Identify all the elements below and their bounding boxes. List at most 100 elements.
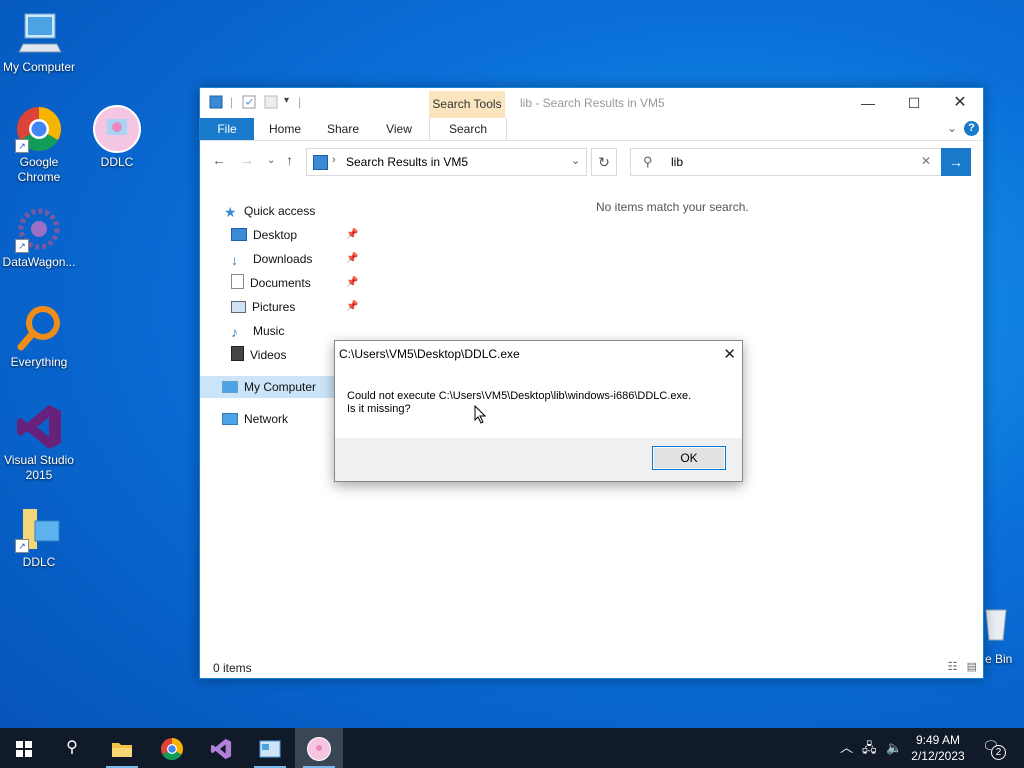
search-go-button[interactable]: → <box>941 148 971 176</box>
nav-item-label: Documents <box>250 276 311 290</box>
taskbar-clock[interactable]: 9:49 AM 2/12/2023 <box>904 732 972 764</box>
document-icon <box>231 274 244 289</box>
pin-icon[interactable]: 📌 <box>346 248 358 270</box>
computer-icon <box>222 381 238 393</box>
close-button[interactable]: ✕ <box>937 88 983 118</box>
computer-icon <box>15 10 63 58</box>
customize-toolbar-dropdown-icon[interactable]: ▾ <box>284 95 289 111</box>
forward-arrow-icon[interactable]: → <box>240 152 254 168</box>
folder-icon: ↗ <box>15 505 63 553</box>
maximize-button[interactable]: ☐ <box>891 88 937 118</box>
explorer-folder-icon <box>209 95 223 111</box>
nav-item-desktop[interactable]: Desktop 📌 <box>231 224 361 246</box>
minimize-button[interactable]: — <box>845 88 891 118</box>
music-note-icon: ♪ <box>231 324 238 340</box>
taskbar-visual-studio[interactable] <box>197 728 245 768</box>
breadcrumb-separator-icon[interactable]: › <box>332 154 336 166</box>
pin-icon[interactable]: 📌 <box>346 224 358 246</box>
ok-button[interactable]: OK <box>652 446 726 470</box>
refresh-button[interactable]: ↻ <box>591 148 617 176</box>
toolbar-separator: | <box>230 95 234 109</box>
taskbar-datawagon[interactable] <box>246 728 294 768</box>
recycle-bin-icon[interactable] <box>980 604 1020 644</box>
taskbar: ⚲ ︿ 🖧 🔈 9:49 AM 2/12/2023 🗨 2 <box>0 728 1024 768</box>
details-view-icon[interactable]: ☷ <box>948 661 958 673</box>
nav-item-quick-access[interactable]: ★ Quick access <box>224 200 315 222</box>
action-center-button[interactable]: 🗨 2 <box>982 738 1006 760</box>
notification-count-badge: 2 <box>991 745 1006 760</box>
nav-item-videos[interactable]: Videos <box>231 344 286 366</box>
properties-icon[interactable] <box>242 95 256 111</box>
taskbar-search-button[interactable]: ⚲ <box>48 728 96 768</box>
shortcut-arrow-icon: ↗ <box>15 239 29 253</box>
clock-time: 9:49 AM <box>915 733 961 747</box>
datawagon-icon: ↗ <box>15 205 63 253</box>
nav-item-music[interactable]: ♪ Music <box>231 320 284 342</box>
new-folder-icon[interactable] <box>264 95 278 111</box>
pin-icon[interactable]: 📌 <box>346 296 358 318</box>
desktop-icon-google-chrome[interactable]: ↗ Google Chrome <box>0 105 78 185</box>
desktop-icon-datawagon[interactable]: ↗ DataWagon... <box>0 205 78 270</box>
desktop-icon-my-computer[interactable]: My Computer <box>0 10 78 75</box>
search-results-folder-icon <box>313 155 328 170</box>
up-arrow-icon[interactable]: ↑ <box>286 152 293 168</box>
desktop-icon <box>231 228 247 241</box>
nav-item-downloads[interactable]: ↓ Downloads 📌 <box>231 248 361 270</box>
desktop-icon-everything[interactable]: Everything <box>0 305 78 370</box>
file-explorer-icon <box>112 742 132 757</box>
network-tray-icon[interactable]: 🖧 <box>862 728 877 768</box>
expand-ribbon-chevron-icon[interactable]: ⌄ <box>947 121 957 135</box>
search-value: lib <box>671 155 684 169</box>
pin-icon[interactable]: 📌 <box>346 272 358 294</box>
ddlc-logo-icon <box>307 736 331 761</box>
volume-icon[interactable]: 🔈 <box>886 728 902 768</box>
nav-item-documents[interactable]: Documents 📌 <box>231 272 361 294</box>
dialog-close-icon[interactable]: ✕ <box>723 345 736 363</box>
clear-search-icon[interactable]: ✕ <box>921 154 931 168</box>
large-icons-view-icon[interactable]: ▤ <box>967 661 977 673</box>
tab-view[interactable]: View <box>376 118 422 140</box>
search-icon: ⚲ <box>643 154 653 169</box>
taskbar-file-explorer[interactable] <box>98 728 146 768</box>
desktop-icon-label: DDLC <box>100 155 134 169</box>
visual-studio-icon <box>15 403 63 451</box>
window-title: lib - Search Results in VM5 <box>520 96 665 110</box>
tab-search[interactable]: Search <box>429 118 507 140</box>
nav-item-label: Network <box>244 412 289 426</box>
address-text: Search Results in VM5 <box>346 155 469 169</box>
nav-item-my-computer[interactable]: My Computer <box>200 376 356 398</box>
show-hidden-icons-chevron-icon[interactable]: ︿ <box>840 728 853 768</box>
taskbar-ddlc[interactable] <box>295 728 343 768</box>
status-item-count: 0 items <box>213 661 252 675</box>
desktop-icon-ddlc[interactable]: DDLC <box>78 105 156 170</box>
help-icon[interactable]: ? <box>964 121 979 136</box>
address-bar[interactable]: › Search Results in VM5 ⌄ <box>306 148 587 176</box>
address-dropdown-chevron-icon[interactable]: ⌄ <box>571 154 580 167</box>
nav-item-label: Desktop <box>253 228 298 242</box>
start-button[interactable] <box>0 728 48 768</box>
nav-item-label: Quick access <box>244 204 316 218</box>
network-icon <box>222 413 238 425</box>
title-bar[interactable]: | ▾ | Search Tools lib - Search Results … <box>200 88 983 118</box>
back-arrow-icon[interactable]: ← <box>212 152 226 168</box>
windows-logo-icon <box>16 740 32 757</box>
tab-share[interactable]: Share <box>320 118 366 140</box>
taskbar-chrome[interactable] <box>148 728 196 768</box>
tab-file[interactable]: File <box>200 118 254 140</box>
desktop-icon-visual-studio[interactable]: Visual Studio 2015 <box>0 403 78 483</box>
recent-locations-chevron-icon[interactable]: ⌄ <box>267 155 275 166</box>
dialog-message-question: Is it missing? <box>347 403 411 415</box>
tab-home[interactable]: Home <box>262 118 308 140</box>
error-dialog[interactable]: C:\Users\VM5\Desktop\DDLC.exe ✕ Could no… <box>334 340 743 482</box>
search-input[interactable]: ⚲ lib ✕ <box>630 148 942 176</box>
film-icon <box>231 346 244 361</box>
navigation-bar: ← → ⌄ ↑ › Search Results in VM5 ⌄ ↻ ⚲ li… <box>200 144 983 178</box>
nav-item-network[interactable]: Network <box>222 408 288 430</box>
nav-item-pictures[interactable]: Pictures 📌 <box>231 296 361 318</box>
chrome-icon: ↗ <box>15 105 63 153</box>
nav-item-label: Videos <box>250 348 287 362</box>
desktop-icon-label: DataWagon... <box>2 255 76 269</box>
desktop-icon-ddlc-folder[interactable]: ↗ DDLC <box>0 505 78 570</box>
clock-date: 2/12/2023 <box>911 749 965 763</box>
mouse-cursor-icon <box>474 404 487 427</box>
